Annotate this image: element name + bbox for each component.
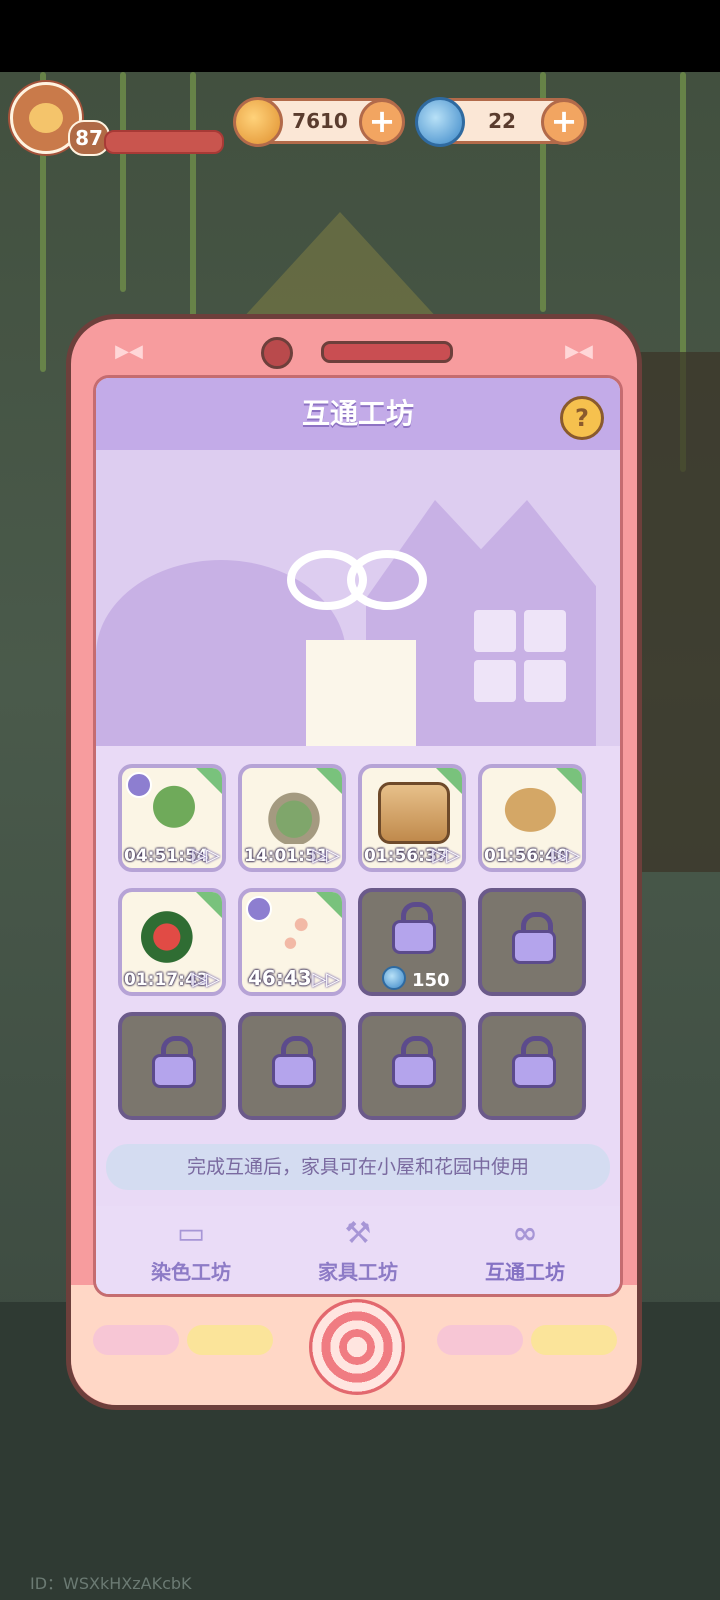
speed-up-icon[interactable]: ▷▷	[552, 845, 580, 866]
status-bar	[0, 0, 720, 72]
tab-label: 染色工坊	[151, 1260, 231, 1284]
lock-icon	[272, 1036, 316, 1090]
wrench-icon: ⚒	[344, 1216, 372, 1251]
craft-slot[interactable]: 04:51:54 ▷▷	[118, 764, 226, 872]
tree-icon	[138, 782, 210, 844]
locked-slot[interactable]	[358, 1012, 466, 1120]
locked-slot[interactable]	[238, 1012, 346, 1120]
locked-slot[interactable]	[118, 1012, 226, 1120]
unlock-cost: 150	[382, 966, 450, 991]
infinity-icon	[287, 550, 427, 610]
speed-up-icon[interactable]: ▷▷	[192, 969, 220, 990]
workshop-tabs: ▭ 染色工坊 ⚒ 家具工坊 ∞ 互通工坊	[96, 1206, 620, 1294]
add-coins-button[interactable]: +	[359, 99, 405, 145]
info-note: 完成互通后，家具可在小屋和花园中使用	[106, 1144, 610, 1190]
infinity-icon: ∞	[512, 1216, 538, 1251]
phone-panel: ▶◀ ▶◀ 互通工坊 ? 04:51:54 ▷▷ 14:01:51 ▷▷ 01:…	[66, 314, 642, 1410]
candy-decoration	[531, 1325, 617, 1355]
home-button[interactable]	[309, 1299, 405, 1395]
craft-slot[interactable]: 01:17:43 ▷▷	[118, 888, 226, 996]
butterflies-icon	[258, 906, 330, 968]
page-title: 互通工坊	[301, 397, 414, 430]
phone-speaker	[321, 341, 453, 363]
tab-interlink-workshop[interactable]: ∞ 互通工坊	[440, 1206, 610, 1294]
spiral-currency-icon	[382, 966, 406, 990]
lock-icon	[392, 1036, 436, 1090]
spiral-counter: 22 +	[415, 97, 587, 147]
watermark: ID：WSXkHXzAKcbK	[30, 1574, 192, 1593]
screen-header: 互通工坊 ?	[96, 378, 620, 450]
chess-table-icon	[378, 782, 450, 844]
experience-bar	[104, 130, 224, 154]
tab-dye-workshop[interactable]: ▭ 染色工坊	[106, 1206, 276, 1294]
locked-slot[interactable]	[478, 1012, 586, 1120]
tab-label: 互通工坊	[485, 1260, 565, 1284]
bow-decoration: ▶◀	[565, 341, 593, 362]
add-spirals-button[interactable]: +	[541, 99, 587, 145]
pond-icon	[258, 782, 330, 844]
speed-up-icon[interactable]: ▷▷	[192, 845, 220, 866]
slot-timer: 46:43	[248, 966, 312, 990]
lock-icon	[512, 1036, 556, 1090]
bow-decoration: ▶◀	[115, 341, 143, 362]
craft-slot[interactable]: 14:01:51 ▷▷	[238, 764, 346, 872]
candy-decoration	[187, 1325, 273, 1355]
unlockable-slot[interactable]: 150	[358, 888, 466, 996]
speed-up-icon[interactable]: ▷▷	[312, 969, 340, 990]
craft-slot[interactable]: 01:56:40 ▷▷	[478, 764, 586, 872]
lock-icon	[512, 912, 556, 966]
phone-camera	[261, 337, 293, 369]
watermelon-icon	[138, 906, 210, 968]
lock-icon	[152, 1036, 196, 1090]
speed-up-icon[interactable]: ▷▷	[312, 845, 340, 866]
lock-icon	[392, 902, 436, 956]
fan-icon	[498, 782, 570, 844]
workshop-screen: 互通工坊 ? 04:51:54 ▷▷ 14:01:51 ▷▷ 01:56:37 …	[93, 375, 623, 1297]
craft-slot[interactable]: 01:56:37 ▷▷	[358, 764, 466, 872]
tab-furniture-workshop[interactable]: ⚒ 家具工坊	[273, 1206, 443, 1294]
paint-roller-icon: ▭	[176, 1216, 206, 1251]
locked-slot[interactable]	[478, 888, 586, 996]
help-button[interactable]: ?	[560, 396, 604, 440]
tab-label: 家具工坊	[318, 1260, 398, 1284]
craft-slot[interactable]: 46:43 ▷▷	[238, 888, 346, 996]
candy-decoration	[93, 1325, 179, 1355]
coin-counter: 7610 +	[233, 97, 405, 147]
speed-up-icon[interactable]: ▷▷	[432, 845, 460, 866]
candy-decoration	[437, 1325, 523, 1355]
hero-illustration	[96, 450, 620, 746]
